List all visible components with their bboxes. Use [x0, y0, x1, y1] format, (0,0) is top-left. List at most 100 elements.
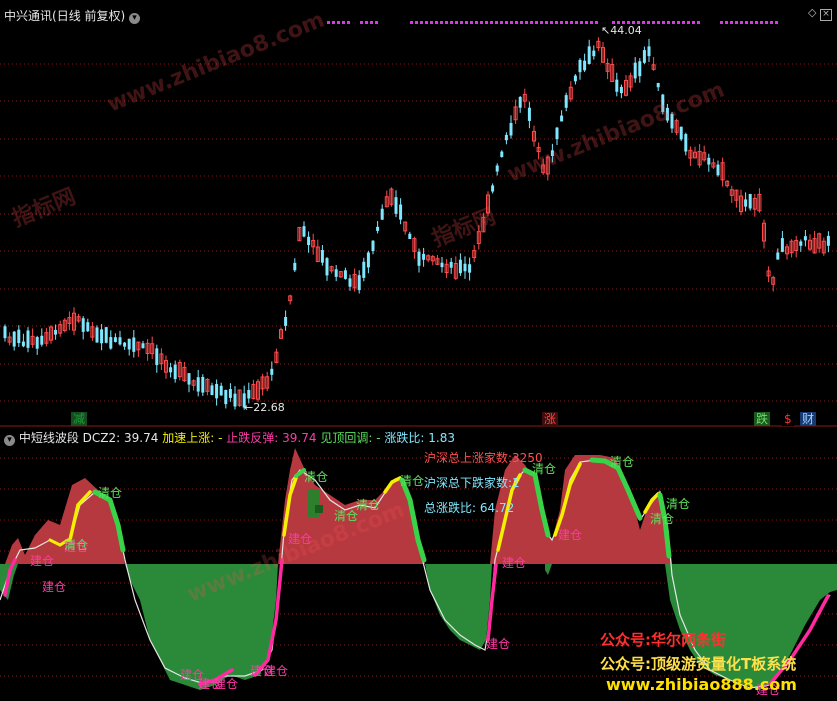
- candle-body-down: [141, 343, 145, 349]
- diamond-icon[interactable]: ◇: [808, 6, 816, 19]
- dcz2-value: 39.74: [124, 431, 159, 445]
- sell-signal-label: 清仓: [610, 455, 635, 469]
- candle-body-down: [638, 61, 642, 77]
- info-total-ratio: 总涨跌比: 64.72: [424, 501, 515, 515]
- candle-body-down: [707, 157, 711, 165]
- candle-body-down: [3, 326, 7, 339]
- stock-title[interactable]: 中兴通讯: [4, 9, 52, 23]
- marker-dollar[interactable]: $: [782, 412, 794, 426]
- dot-marker: [430, 21, 433, 24]
- dot-marker: [415, 21, 418, 24]
- dot-marker: [585, 21, 588, 24]
- dot-marker: [505, 21, 508, 24]
- dot-marker: [560, 21, 563, 24]
- dot-marker: [515, 21, 518, 24]
- dot-marker: [735, 21, 738, 24]
- candle-body-down: [527, 107, 531, 121]
- marker-reduce[interactable]: 减: [71, 412, 88, 426]
- dot-marker: [540, 21, 543, 24]
- dot-marker: [570, 21, 573, 24]
- candle-body-down: [21, 341, 25, 347]
- candle-body-down: [578, 59, 582, 73]
- high-price-label: ↖44.04: [601, 24, 642, 37]
- candle-body-down: [325, 258, 329, 276]
- candle-body-down: [826, 235, 830, 246]
- ratio-label: 涨跌比:: [384, 431, 425, 445]
- dot-marker: [657, 21, 660, 24]
- candle-body-down: [555, 127, 559, 140]
- candle-body-down: [615, 79, 619, 92]
- candle-body-down: [54, 329, 58, 335]
- dot-marker: [652, 21, 655, 24]
- top-panel-header: 中兴通讯(日线 前复权) ▾: [4, 7, 141, 24]
- candle-body-down: [799, 241, 803, 246]
- candle-body-down: [118, 337, 122, 345]
- chevron-down-icon[interactable]: ▾: [4, 435, 15, 446]
- candle-body-down: [647, 46, 651, 57]
- bottom-panel-header: ▾ 中短线波段 DCZ2: 39.74 加速上涨: - 止跌反弹: 39.74 …: [4, 429, 455, 446]
- candle-body-down: [109, 337, 113, 349]
- dot-marker: [500, 21, 503, 24]
- candle-body-down: [449, 261, 453, 268]
- dot-marker: [435, 21, 438, 24]
- candle-body-down: [776, 252, 780, 260]
- dot-marker: [535, 21, 538, 24]
- dot-marker: [425, 21, 428, 24]
- marker-fall[interactable]: 跌: [754, 412, 771, 426]
- arrow-icon: ↖: [601, 24, 611, 37]
- candle-body-down: [81, 318, 85, 332]
- candle-body-down: [500, 151, 504, 158]
- candle-body-down: [780, 238, 784, 252]
- candle-body-down: [394, 197, 398, 214]
- accel-label: 加速上涨:: [162, 431, 215, 445]
- candle-body-down: [35, 337, 39, 349]
- dot-marker: [662, 21, 665, 24]
- top-grid: [0, 63, 837, 402]
- close-icon[interactable]: ×: [819, 9, 832, 21]
- candle-body-down: [744, 199, 748, 207]
- stock-period[interactable]: (日线 前复权): [52, 9, 125, 23]
- dot-marker: [520, 21, 523, 24]
- candle-body-down: [40, 335, 44, 345]
- dot-marker: [347, 21, 350, 24]
- dot-marker: [360, 21, 363, 24]
- candle-body-down: [127, 338, 131, 350]
- candle-body-down: [201, 376, 205, 393]
- candle-body-down: [491, 185, 495, 192]
- buy-signal-label: 建仓: [30, 554, 55, 568]
- candle-body-down: [155, 348, 159, 366]
- ratio-value: 1.83: [428, 431, 455, 445]
- dot-marker: [725, 21, 728, 24]
- candle-body-down: [334, 269, 338, 277]
- candle-body-down: [463, 263, 467, 272]
- dot-marker: [682, 21, 685, 24]
- candle-body-down: [362, 261, 366, 278]
- sell-signal-label: 清仓: [98, 486, 123, 500]
- panel-controls: ◇ ×: [808, 6, 832, 21]
- candle-body-down: [173, 364, 177, 380]
- indicator-name[interactable]: 中短线波段: [19, 431, 79, 445]
- candle-body-down: [104, 327, 108, 343]
- marker-finance[interactable]: 财: [800, 412, 817, 426]
- candle-body-down: [495, 165, 499, 172]
- dot-marker: [697, 21, 700, 24]
- promo-line-1: 公众号:华尔两条街: [600, 631, 726, 649]
- sell-signal-label: 清仓: [666, 497, 691, 511]
- dot-marker: [720, 21, 723, 24]
- dot-marker: [775, 21, 778, 24]
- chevron-down-icon[interactable]: ▾: [129, 13, 141, 24]
- dot-marker: [337, 21, 340, 24]
- dot-marker: [525, 21, 528, 24]
- candle-body-down: [458, 259, 462, 274]
- candle-body-down: [619, 86, 623, 94]
- candle-body-down: [656, 83, 660, 88]
- candle-body-down: [366, 252, 370, 268]
- buy-signal-label: 建仓: [264, 664, 289, 678]
- dot-marker: [545, 21, 548, 24]
- candle-body-down: [422, 253, 426, 260]
- top-dot-markers: [327, 21, 778, 24]
- marker-rise[interactable]: 涨: [542, 412, 559, 426]
- buy-signal-label: 建仓: [558, 528, 583, 542]
- candle-body-down: [468, 264, 472, 273]
- dot-marker: [445, 21, 448, 24]
